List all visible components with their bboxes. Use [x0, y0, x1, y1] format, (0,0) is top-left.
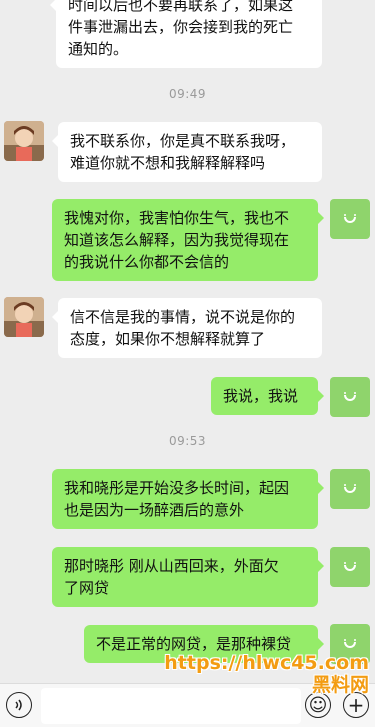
- smile-icon: [342, 214, 358, 224]
- smile-icon: [342, 484, 358, 494]
- message-text: 那时晓彤 刚从山西回来，外面欠: [64, 557, 279, 575]
- message-bubble[interactable]: 我和晓彤是开始没多长时间，起因 也是因为一场醉酒后的意外: [52, 469, 324, 529]
- user-avatar[interactable]: [330, 377, 370, 417]
- message-text: 态度，如果你不想解释就算了: [70, 330, 266, 348]
- message-text: 不是正常的网贷，是那种裸贷: [96, 635, 292, 653]
- message-text: 了网贷: [64, 579, 110, 597]
- voice-wave-icon: [15, 699, 22, 711]
- message-text: 信不信是我的事情，说不说是你的: [70, 308, 296, 326]
- message-bubble[interactable]: 我不联系你，你是真不联系我呀， 难道你就不想和我解释解释吗: [52, 122, 322, 182]
- message-text: 的我说什么你都不会信的: [64, 253, 230, 271]
- message-text: 我不联系你，你是真不联系我呀，: [70, 132, 296, 150]
- message-bubble[interactable]: 信不信是我的事情，说不说是你的 态度，如果你不想解释就算了: [52, 298, 322, 358]
- message-bubble[interactable]: 那时晓彤 刚从山西回来，外面欠 了网贷: [52, 547, 324, 607]
- message-text: 我说，我说: [223, 387, 299, 405]
- input-bar: ☺ +: [0, 683, 375, 727]
- message-text: 我愧对你，我害怕你生气，我也不: [64, 209, 290, 227]
- user-avatar[interactable]: [330, 624, 370, 664]
- user-avatar[interactable]: [330, 469, 370, 509]
- emoji-icon[interactable]: ☺: [305, 692, 331, 718]
- message-bubble[interactable]: 我说，我说: [211, 377, 324, 415]
- message-bubble[interactable]: 我愧对你，我害怕你生气，我也不 知道该怎么解释，因为我觉得现在 的我说什么你都不…: [52, 199, 324, 281]
- user-avatar[interactable]: [330, 547, 370, 587]
- user-avatar[interactable]: [330, 199, 370, 239]
- timestamp: 09:53: [168, 434, 207, 448]
- message-text: 也是因为一场醉酒后的意外: [64, 501, 245, 519]
- chat-area: 时间以后也不要再联系了，如果这 件事泄漏出去，你会接到我的死亡 通知的。 09:…: [0, 0, 375, 683]
- timestamp: 09:49: [168, 87, 207, 101]
- smile-icon: [342, 639, 358, 649]
- smile-icon: [342, 562, 358, 572]
- message-text: 知道该怎么解释，因为我觉得现在: [64, 231, 290, 249]
- message-bubble[interactable]: 时间以后也不要再联系了，如果这 件事泄漏出去，你会接到我的死亡 通知的。: [50, 0, 322, 68]
- contact-avatar[interactable]: [4, 297, 44, 337]
- voice-icon[interactable]: [6, 692, 32, 718]
- contact-avatar[interactable]: [4, 121, 44, 161]
- message-text: 件事泄漏出去，你会接到我的死亡: [68, 18, 294, 36]
- plus-icon[interactable]: +: [343, 692, 369, 718]
- message-text: 时间以后也不要再联系了，如果这: [68, 0, 294, 14]
- contact-avatar-image: [4, 121, 44, 161]
- smile-icon: [342, 392, 358, 402]
- message-text: 我和晓彤是开始没多长时间，起因: [64, 479, 290, 497]
- contact-avatar-image: [4, 297, 44, 337]
- message-input[interactable]: [41, 688, 301, 724]
- message-text: 通知的。: [68, 40, 129, 58]
- message-text: 难道你就不想和我解释解释吗: [70, 154, 266, 172]
- message-bubble[interactable]: 不是正常的网贷，是那种裸贷: [84, 625, 324, 663]
